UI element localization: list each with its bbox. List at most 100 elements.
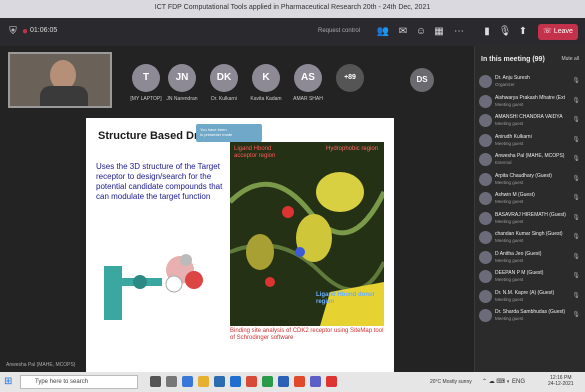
participant-role: Meeting guest (495, 257, 524, 263)
lock-key-illustration (104, 254, 203, 320)
person-body (40, 86, 88, 106)
participant-name: Aishwarya Prakash Mhatre (Ext (495, 94, 566, 101)
teams-icon[interactable] (310, 376, 321, 387)
office-icon[interactable] (246, 376, 257, 387)
label-acceptor: Ligand Hbond acceptor region (234, 146, 276, 159)
word-icon[interactable] (278, 376, 289, 387)
task-view-icon[interactable] (166, 376, 177, 387)
participant-avatar-icon (479, 114, 492, 127)
participant-row[interactable]: Dr. Sharda Sambhudas (Guest) Meeting gues… (475, 306, 585, 326)
participant-avatar-icon (479, 133, 492, 147)
cortana-icon[interactable] (150, 376, 161, 387)
participant-row[interactable]: chandan Kumar Singh (Guest) Meeting guest… (475, 228, 585, 248)
participant-name: Anirudh Kulkarni (495, 133, 532, 140)
participant-avatar[interactable]: JN JN Narendran (164, 64, 200, 102)
protein-binding-site-image: Ligand Hbond acceptor region Hydrophobic… (230, 142, 384, 326)
mic-off-icon: 🎙 (572, 214, 580, 221)
participant-avatar[interactable]: T [MY LAPTOP] (128, 64, 164, 102)
meeting-stage: T [MY LAPTOP] JN JN Narendran DK Dr. Kul… (0, 46, 474, 372)
request-control-button[interactable]: Request control (318, 28, 360, 34)
mic-off-icon: 🎙 (572, 292, 580, 299)
molecule-atom (180, 254, 192, 266)
slide-caption: Binding site analysis of CDK2 receptor u… (230, 328, 384, 341)
rooms-icon[interactable]: ▦ (432, 25, 446, 39)
panel-title: In this meeting (99) (481, 56, 545, 63)
participant-avatar-icon (479, 250, 492, 264)
avatar-name: Kavita Kadam (250, 96, 282, 102)
participants-icon[interactable]: 👥 (376, 25, 390, 39)
participant-row[interactable]: Anirudh Kulkarni Meeting guest 🎙 (475, 131, 585, 151)
participant-avatar-icon (479, 192, 492, 205)
participant-row[interactable]: AMANSHI CHANDRA VAIDYA Meeting guest 🎙 (475, 111, 585, 131)
participant-role: Meeting guest (495, 316, 524, 321)
participant-name: Dr. Sharda Sambhudas (Guest) (495, 309, 566, 315)
leave-label: Leave (553, 28, 573, 35)
participant-row[interactable]: Dr. Anju Suresh Organizer 🎙 (475, 72, 585, 92)
edge-icon[interactable] (182, 376, 193, 387)
avatar-name: JN Narendran (166, 96, 198, 102)
windows-taskbar: ⊞ ⌕ Type here to search 20°C Mostly sunn… (0, 372, 585, 392)
participant-name: D Anitha Jeo (Guest) (495, 250, 542, 257)
participant-row[interactable]: Arpita Chaudhary (Guest) Meeting guest 🎙 (475, 170, 585, 190)
mic-off-icon: 🎙 (572, 136, 580, 143)
participant-avatar[interactable]: AS AMAR SHAH (290, 64, 326, 102)
ds-avatar[interactable]: DS (410, 68, 434, 92)
participant-avatar-icon (479, 172, 492, 186)
avatar-name: Dr. Kulkarni (211, 96, 237, 102)
participant-role: External (495, 160, 512, 165)
avatar-initials: +89 (336, 64, 364, 92)
participant-name: AMANSHI CHANDRA VAIDYA (495, 114, 563, 120)
mail-icon[interactable] (230, 376, 241, 387)
weather-widget[interactable]: 20°C Mostly sunny (430, 379, 472, 385)
participant-role: Meeting guest (495, 179, 524, 185)
teams-window: ICT FDP Computational Tools applied in P… (0, 0, 585, 392)
camera-icon[interactable]: ▮ (480, 25, 494, 39)
participant-avatar-icon (479, 75, 492, 88)
mic-off-icon: 🎙 (572, 253, 580, 260)
participant-name: Anwesha Pal (MAHE, MCOPS) (495, 153, 565, 159)
mute-all-button[interactable]: Mute all (561, 56, 579, 62)
mic-icon[interactable]: 🎙 (498, 25, 512, 39)
participant-avatar[interactable]: K Kavita Kadam (248, 64, 284, 102)
reactions-icon[interactable]: ☺ (414, 25, 428, 39)
molecule-atom (185, 271, 203, 289)
participant-row[interactable]: Ashwin M (Guest) Meeting guest 🎙 (475, 189, 585, 209)
chat-icon[interactable]: ✉ (396, 25, 410, 39)
more-icon[interactable]: ⋯ (452, 25, 466, 39)
taskbar-clock[interactable]: 12:16 PM 24-12-2021 (548, 375, 574, 387)
self-video[interactable] (8, 52, 112, 108)
avatar-initials: DK (210, 64, 238, 92)
participant-avatar-icon (479, 94, 492, 108)
system-tray-icons[interactable]: ⌃ ☁ ⌨ ◐ ENG (482, 378, 525, 385)
meeting-toolbar: ⛨ ● 01:06:05 Request control 👥 ✉ ☺ ▦ ⋯ ▮… (0, 18, 585, 46)
avatar-initials: K (252, 64, 280, 92)
participant-avatar[interactable]: DK Dr. Kulkarni (206, 64, 242, 102)
slide-body-text: Uses the 3D structure of the Target rece… (96, 162, 223, 201)
participant-name: chandan Kumar Singh (Guest) (495, 231, 563, 237)
mic-off-icon: 🎙 (572, 156, 580, 162)
toast-line-2: in presenter mode (200, 132, 233, 137)
windows-start-icon[interactable]: ⊞ (4, 376, 12, 387)
shared-slide: Structure Based Drug Design You have bee… (86, 118, 394, 372)
leave-button[interactable]: ☏ Leave (538, 24, 578, 40)
participant-row[interactable]: D Anitha Jeo (Guest) Meeting guest 🎙 (475, 248, 585, 268)
pdf-icon[interactable] (326, 376, 337, 387)
file-explorer-icon[interactable] (198, 376, 209, 387)
participant-row[interactable]: Anwesha Pal (MAHE, MCOPS) External 🎙 (475, 150, 585, 170)
mic-off-icon: 🎙 (572, 78, 580, 84)
mic-off-icon: 🎙 (572, 117, 580, 123)
participant-row[interactable]: Dr. N.M. Kapre (A) (Guest) Meeting guest 🎙 (475, 287, 585, 307)
share-icon[interactable]: ⬆ (516, 25, 530, 39)
powerpoint-icon[interactable] (294, 376, 305, 387)
participant-role: Meeting guest (495, 121, 524, 126)
participant-avatar-icon (479, 270, 492, 283)
participant-row[interactable]: Aishwarya Prakash Mhatre (Ext Meeting gue… (475, 92, 585, 112)
participant-list: Dr. Anju Suresh Organizer 🎙 Aishwarya Prak… (475, 72, 585, 326)
taskbar-search-input[interactable]: Type here to search (20, 375, 138, 389)
participant-role: Meeting guest (495, 296, 524, 302)
excel-icon[interactable] (262, 376, 273, 387)
overflow-avatar[interactable]: +89 (332, 64, 368, 92)
store-icon[interactable] (214, 376, 225, 387)
participant-row[interactable]: BASAVRAJ HIREMATH (Guest) Meeting guest 🎙 (475, 209, 585, 229)
participant-row[interactable]: DEEPAN P M (Guest) Meeting guest 🎙 (475, 267, 585, 287)
